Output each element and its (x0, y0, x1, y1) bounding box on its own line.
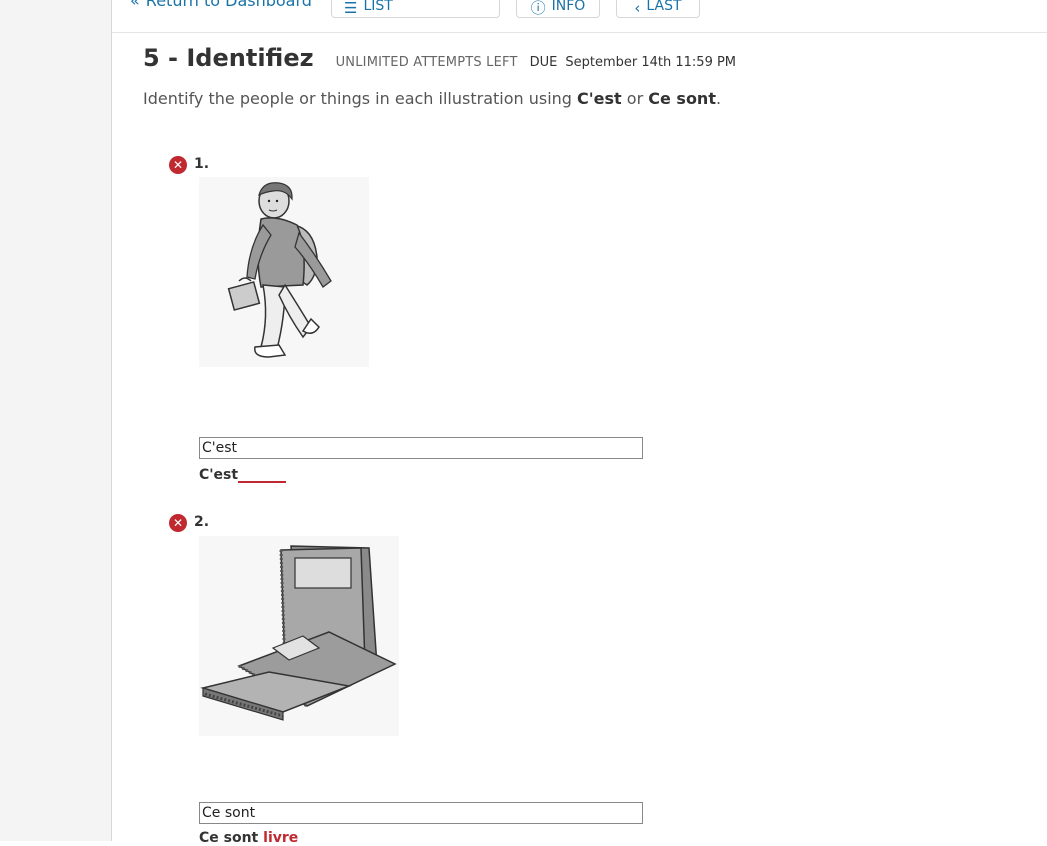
info-icon: ⓘ (530, 0, 546, 17)
left-rail (0, 0, 112, 841)
incorrect-icon: ✕ (169, 514, 187, 532)
return-to-dashboard-label: Return to Dashboard (145, 0, 312, 10)
question-number: 1. (194, 156, 210, 172)
feedback-missing-word: livre (263, 830, 299, 846)
notebooks-illustration (199, 536, 399, 736)
instructions-term-cest: C'est (577, 89, 622, 108)
due-label: DUE (529, 55, 558, 70)
list-icon: ☰ (344, 0, 358, 17)
info-label: INFO (551, 0, 586, 14)
return-to-dashboard-link[interactable]: « Return to Dashboard (130, 0, 312, 12)
top-nav: « Return to Dashboard ☰ ASSIGNMENT LIST … (112, 0, 1047, 33)
arrow-left-icon: « (130, 0, 140, 10)
answer-input[interactable] (199, 437, 643, 459)
assignment-header: 5 - Identifiez UNLIMITED ATTEMPTS LEFT D… (143, 44, 736, 72)
due-date: September 14th 11:59 PM (565, 55, 737, 70)
last-button[interactable]: ‹ LAST (616, 0, 700, 18)
last-label: LAST (646, 0, 682, 14)
feedback-prefix: C'est (199, 467, 239, 483)
assignment-list-button[interactable]: ☰ ASSIGNMENT LIST (331, 0, 500, 18)
missing-word-blank (238, 467, 287, 483)
instructions-prefix: Identify the people or things in each il… (143, 89, 578, 108)
assignment-main: « Return to Dashboard ☰ ASSIGNMENT LIST … (112, 0, 1047, 846)
incorrect-icon: ✕ (169, 156, 187, 174)
assignment-list-label: ASSIGNMENT LIST (363, 0, 393, 14)
attempts-status: UNLIMITED ATTEMPTS LEFT (335, 55, 518, 70)
answer-feedback: Ce sont livre (199, 830, 298, 846)
instructions-term-cesont: Ce sont (648, 89, 716, 108)
info-button[interactable]: ⓘ INFO (516, 0, 600, 18)
feedback-prefix: Ce sont (199, 830, 259, 846)
instructions: Identify the people or things in each il… (143, 89, 721, 108)
answer-input[interactable] (199, 802, 643, 824)
page-title: 5 - Identifiez (143, 44, 314, 72)
question-number: 2. (194, 514, 210, 530)
instructions-suffix: . (715, 89, 722, 108)
chevron-left-icon: ‹ (634, 0, 641, 17)
answer-feedback: C'est (199, 467, 287, 483)
instructions-middle: or (621, 89, 649, 108)
boy-with-backpack-illustration (199, 177, 369, 367)
